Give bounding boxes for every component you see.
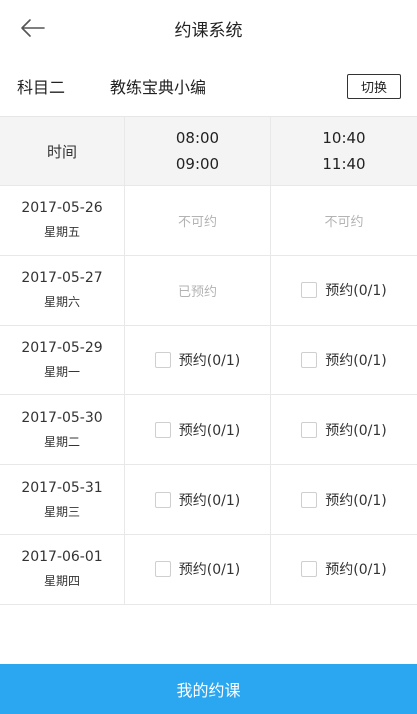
slot-cell: 不可约 [271,186,417,255]
subject-label: 科目二 [17,78,66,97]
slot-cell: 预约(0/1) [271,395,417,464]
slot-end: 09:00 [175,155,220,173]
book-label: 预约(0/1) [325,283,387,300]
slot-cell: 已预约 [125,255,271,325]
book-option[interactable]: 预约(0/1) [154,350,241,370]
my-bookings-button[interactable]: 我的约课 [0,664,417,714]
date-cell: 2017-06-01 星期四 [0,534,125,604]
slot-cell: 预约(0/1) [271,256,417,325]
book-option[interactable]: 预约(0/1) [154,420,241,440]
arrow-left-icon [21,19,45,37]
table-row: 2017-05-29 星期一 预约(0/1) 预约(0/1) [0,325,417,396]
slot-header-2: 10:40 11:40 [271,117,417,185]
book-option[interactable]: 预约(0/1) [301,490,387,510]
book-label: 预约(0/1) [178,422,241,439]
book-option[interactable]: 预约(0/1) [154,490,241,510]
row-weekday: 星期四 [43,574,80,589]
slot-start: 10:40 [322,129,366,147]
row-date: 2017-05-27 [21,270,103,287]
date-cell: 2017-05-29 星期一 [0,325,125,395]
table-row: 2017-05-26 星期五 不可约 不可约 [0,186,417,256]
book-checkbox[interactable] [154,421,171,438]
slot-cell: 预约(0/1) [271,326,417,395]
book-checkbox[interactable] [154,351,171,368]
status-unavailable: 不可约 [324,214,364,230]
table-row: 2017-06-01 星期四 预约(0/1) 预约(0/1) [0,534,417,605]
book-label: 预约(0/1) [178,562,241,579]
row-date: 2017-05-29 [21,339,103,356]
slot-cell: 预约(0/1) [271,465,417,534]
row-date: 2017-05-26 [21,200,103,217]
slot-header-1: 08:00 09:00 [125,117,271,185]
book-checkbox[interactable] [301,561,318,578]
slot-cell: 预约(0/1) [125,395,271,465]
slot-cell: 预约(0/1) [125,465,271,534]
book-label: 预约(0/1) [325,352,387,369]
book-checkbox[interactable] [301,351,318,368]
book-option[interactable]: 预约(0/1) [301,420,387,440]
book-label: 预约(0/1) [178,352,241,369]
date-cell: 2017-05-31 星期三 [0,465,125,534]
book-label: 预约(0/1) [325,492,387,509]
time-header-cell: 时间 [0,117,125,185]
row-weekday: 星期六 [43,295,80,310]
status-unavailable: 不可约 [177,214,217,230]
book-option[interactable]: 预约(0/1) [301,559,387,579]
row-date: 2017-05-30 [21,409,103,426]
status-booked: 已预约 [177,284,217,300]
time-header: 时间 [46,142,77,161]
date-cell: 2017-05-27 星期六 [0,255,125,325]
back-button[interactable] [10,8,54,48]
table-row: 2017-05-30 星期二 预约(0/1) 预约(0/1) [0,395,417,466]
header: 约课系统 [0,0,417,56]
slot-end: 11:40 [322,155,366,173]
slot-cell: 预约(0/1) [125,325,271,395]
book-label: 预约(0/1) [325,422,387,439]
row-weekday: 星期一 [43,364,80,379]
info-bar: 科目二 教练宝典小编 切换 [0,56,417,116]
book-checkbox[interactable] [154,491,171,508]
row-date: 2017-06-01 [21,549,103,566]
switch-button[interactable]: 切换 [347,74,401,99]
row-weekday: 星期三 [43,504,80,519]
row-date: 2017-05-31 [21,479,103,496]
app: 约课系统 科目二 教练宝典小编 切换 时间 08:00 09:00 10:40 … [0,0,417,714]
row-weekday: 星期二 [43,434,80,449]
table-row: 2017-05-31 星期三 预约(0/1) 预约(0/1) [0,465,417,535]
date-cell: 2017-05-30 星期二 [0,395,125,465]
table-row: 2017-05-27 星期六 已预约 预约(0/1) [0,255,417,326]
book-option[interactable]: 预约(0/1) [301,350,387,370]
slot-start: 08:00 [175,129,220,147]
slot-cell: 预约(0/1) [125,534,271,604]
book-checkbox[interactable] [154,561,171,578]
table-header-row: 时间 08:00 09:00 10:40 11:40 [0,117,417,186]
book-label: 预约(0/1) [178,492,241,509]
book-checkbox[interactable] [301,282,318,299]
schedule-table: 时间 08:00 09:00 10:40 11:40 2017-05-26 星期… [0,116,417,605]
book-checkbox[interactable] [301,421,318,438]
slot-cell: 不可约 [125,186,271,255]
book-option[interactable]: 预约(0/1) [154,559,241,579]
date-cell: 2017-05-26 星期五 [0,186,125,255]
page-title: 约课系统 [174,20,243,41]
row-weekday: 星期五 [43,225,80,240]
coach-name: 教练宝典小编 [110,78,207,97]
book-option[interactable]: 预约(0/1) [301,280,387,300]
slot-cell: 预约(0/1) [271,535,417,604]
book-checkbox[interactable] [301,491,318,508]
book-label: 预约(0/1) [325,562,387,579]
